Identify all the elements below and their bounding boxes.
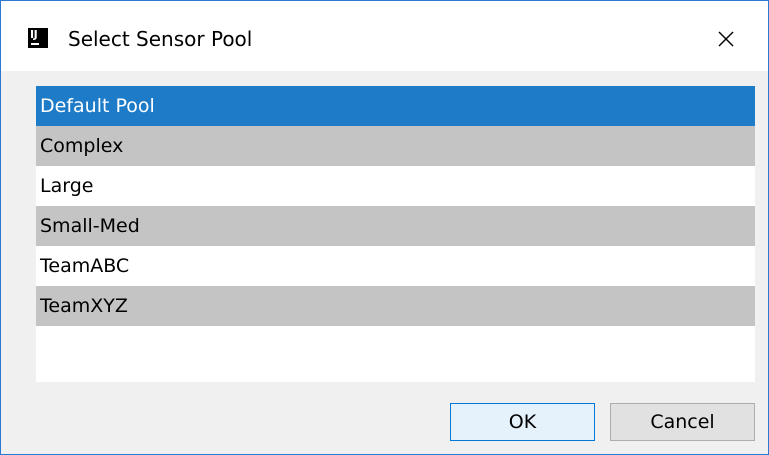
title-bar[interactable]: IJ Select Sensor Pool [1,1,768,71]
list-item-complex[interactable]: Complex [36,126,755,166]
list-item-label: TeamABC [40,255,130,277]
list-item-label: Large [40,175,94,197]
close-icon [718,31,734,47]
dialog-window: IJ Select Sensor Pool Default Pool Compl… [0,0,769,455]
list-item-default-pool[interactable]: Default Pool [36,86,755,126]
intellij-icon: IJ [28,28,48,48]
cancel-button[interactable]: Cancel [610,403,755,441]
app-icon-underline [31,43,39,45]
list-item-label: Default Pool [40,95,155,117]
list-item-teamabc[interactable]: TeamABC [36,246,755,286]
list-item-label: Small-Med [40,215,140,237]
list-item-label: TeamXYZ [40,295,128,317]
close-button[interactable] [706,21,746,57]
dialog-title: Select Sensor Pool [68,27,253,51]
list-item-teamxyz[interactable]: TeamXYZ [36,286,755,326]
list-item-large[interactable]: Large [36,166,755,206]
sensor-pool-list[interactable]: Default Pool Complex Large Small-Med Tea… [36,86,755,382]
list-item-small-med[interactable]: Small-Med [36,206,755,246]
ok-button[interactable]: OK [450,403,595,441]
app-icon-text: IJ [30,28,38,41]
list-item-label: Complex [40,135,124,157]
